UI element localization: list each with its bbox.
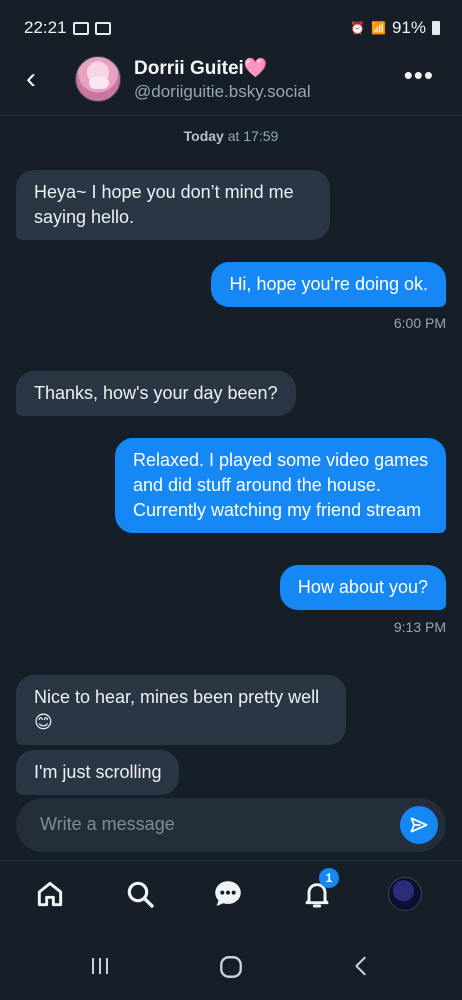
message-list[interactable]: Today at 17:59 Heya~ I hope you don’t mi… — [0, 116, 462, 796]
status-left: 22:21 — [24, 18, 111, 38]
conversation-header: ‹ Dorrii Guitei🩷 @doriiguitie.bsky.socia… — [0, 56, 462, 116]
pink-heart-icon: 🩷 — [243, 58, 268, 79]
message-composer[interactable]: Write a message — [16, 798, 446, 852]
system-navigation-bar — [0, 930, 462, 1000]
search-tab[interactable] — [120, 874, 160, 914]
contact-name-text: Dorrii Guitei — [134, 58, 244, 79]
back-chevron — [355, 956, 366, 976]
send-button[interactable] — [400, 806, 438, 844]
wifi-icon: 📶 — [371, 21, 386, 35]
tabbar-divider — [0, 860, 462, 861]
home-circle — [220, 956, 242, 978]
app-notification-icon — [94, 21, 111, 35]
date-time: at 17:59 — [223, 128, 279, 144]
message-timestamp: 9:13 PM — [393, 619, 446, 635]
alarm-icon: ⏰ — [350, 21, 366, 35]
date-separator: Today at 17:59 — [0, 128, 462, 144]
profile-tab[interactable] — [385, 874, 425, 914]
contact-name[interactable]: Dorrii Guitei🩷 — [134, 56, 267, 80]
message-bubble-outgoing[interactable]: How about you? — [279, 565, 446, 610]
status-bar: 22:21 ⏰ 📶 91% — [0, 0, 462, 56]
message-bubble-outgoing[interactable]: Hi, hope you're doing ok. — [211, 262, 446, 307]
chat-tab[interactable] — [208, 874, 248, 914]
message-bubble-outgoing[interactable]: Relaxed. I played some video games and d… — [115, 438, 446, 533]
status-right: ⏰ 📶 91% — [350, 18, 440, 38]
message-timestamp: 6:00 PM — [393, 315, 446, 331]
message-bubble-incoming[interactable]: Heya~ I hope you don’t mind me saying he… — [16, 170, 330, 240]
app-tab-bar: 1 — [0, 862, 462, 924]
recent-apps-icon[interactable] — [88, 954, 112, 985]
gallery-notification-icon — [72, 21, 89, 35]
battery-icon — [432, 21, 440, 35]
message-bubble-incoming[interactable]: I'm just scrolling — [16, 750, 180, 795]
message-bubble-incoming[interactable]: Thanks, how's your day been? — [16, 371, 296, 416]
send-icon — [410, 817, 428, 833]
status-time: 22:21 — [24, 18, 67, 37]
contact-handle[interactable]: @doriiguitie.bsky.social — [134, 82, 311, 102]
back-chevron-icon[interactable]: ‹ — [26, 64, 36, 94]
chat-bubble-icon — [215, 881, 241, 907]
back-button-icon[interactable] — [350, 954, 372, 985]
search-icon — [127, 881, 154, 908]
home-button-icon[interactable] — [218, 954, 244, 987]
contact-avatar[interactable] — [75, 56, 121, 102]
message-input-placeholder[interactable]: Write a message — [40, 814, 175, 835]
battery-percent: 91% — [391, 18, 426, 37]
more-options-icon[interactable]: ••• — [404, 60, 434, 91]
home-icon — [37, 881, 63, 907]
notification-badge: 1 — [319, 868, 339, 888]
recent-apps-bars — [92, 958, 108, 974]
notifications-tab[interactable]: 1 — [297, 868, 339, 914]
date-day: Today — [183, 128, 224, 144]
profile-avatar — [388, 877, 422, 911]
message-bubble-incoming[interactable]: Nice to hear, mines been pretty well 😊 — [16, 675, 346, 745]
home-tab[interactable] — [30, 874, 70, 914]
